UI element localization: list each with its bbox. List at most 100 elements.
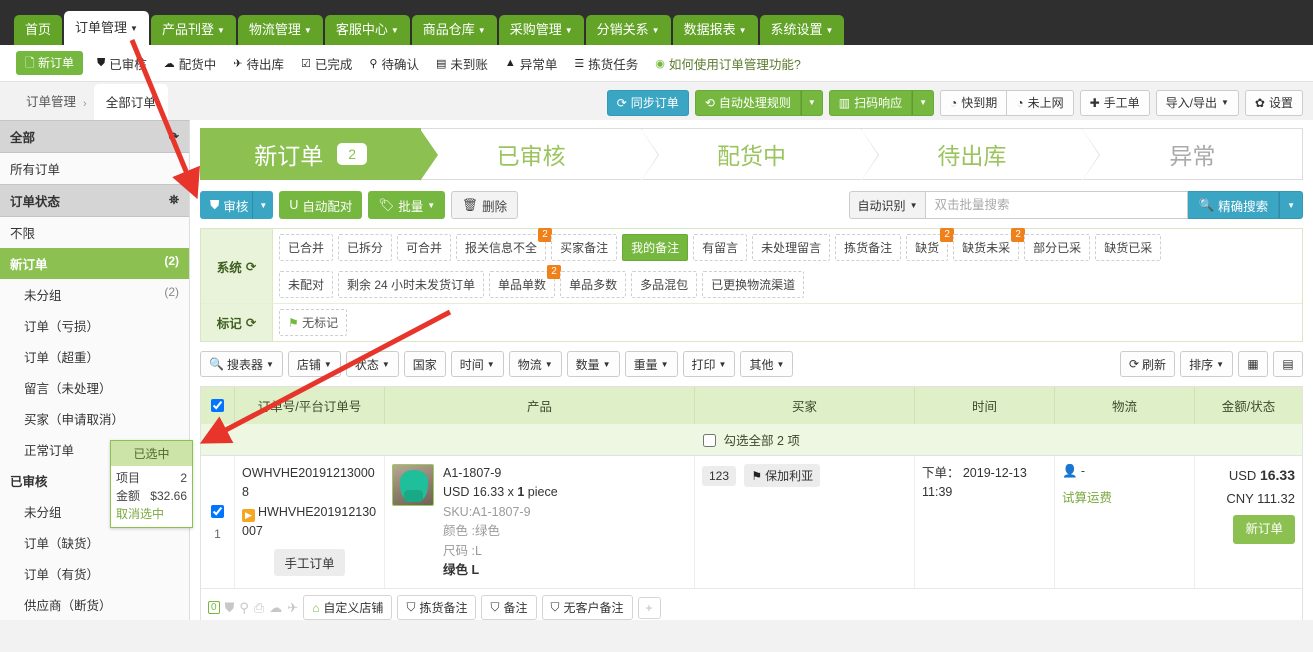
filter-print[interactable]: 打印 ▼: [682, 351, 736, 377]
search-mode-select[interactable]: 自动识别 ▼: [848, 191, 927, 219]
select-all-banner[interactable]: 勾选全部 2 项: [201, 424, 1302, 456]
tag-single-item-multi-qty[interactable]: 单品多数: [560, 271, 627, 298]
sidebar-item-message-unhandled[interactable]: 留言（未处理）: [0, 372, 189, 403]
new-order-button[interactable]: 🗋 新订单: [16, 51, 84, 75]
sidebar-item-order-loss[interactable]: 订单（亏损）: [0, 310, 189, 341]
nav-tab-product-listing[interactable]: 产品刊登 ▼: [150, 15, 236, 45]
tag-unhandled-message[interactable]: 未处理留言: [752, 234, 831, 261]
sidebar-item-order-out-of-stock[interactable]: 订单（缺货）: [0, 527, 189, 558]
list-view-button[interactable]: ▤: [1273, 351, 1303, 377]
plane-icon[interactable]: ✈: [287, 600, 298, 616]
filter-country[interactable]: 国家: [403, 351, 446, 377]
auto-rule-button[interactable]: ⟲ 自动处理规则: [694, 90, 801, 116]
tag-picking-note[interactable]: 拣货备注: [835, 234, 902, 261]
status-badge[interactable]: 新订单: [1233, 514, 1295, 545]
filter-other[interactable]: 其他 ▼: [740, 351, 794, 377]
scan-response-button[interactable]: ▥ 扫码响应: [828, 90, 913, 116]
select-all-header-cell[interactable]: [201, 387, 235, 424]
filter-status[interactable]: 状态 ▼: [345, 351, 399, 377]
sidebar-item-order-overweight[interactable]: 订单（超重）: [0, 341, 189, 372]
not-online-button[interactable]: ◔ 未上网: [1006, 90, 1074, 116]
nav-tab-reports[interactable]: 数据报表 ▼: [672, 15, 758, 45]
settings-button[interactable]: ✿ 设置: [1244, 90, 1303, 116]
estimate-shipping-link[interactable]: 试算运费: [1062, 487, 1187, 506]
batch-button[interactable]: 🏷 批量 ▼: [368, 191, 446, 219]
breadcrumb-current-tab[interactable]: 全部订单: [93, 84, 168, 120]
search-dropdown-toggle[interactable]: ▼: [1279, 191, 1303, 219]
review-button[interactable]: ⛊ 审核: [200, 191, 259, 219]
sub-link-completed[interactable]: ☑ 已完成: [301, 54, 352, 73]
filter-shop[interactable]: 店铺 ▼: [287, 351, 341, 377]
sidebar-item-new-orders[interactable]: 新订单 (2): [0, 248, 189, 279]
order-number[interactable]: OWHVHE201912130008: [242, 464, 377, 503]
tag-incomplete-customs[interactable]: 报关信息不全 2: [456, 228, 553, 261]
sidebar-item-order-in-stock[interactable]: 订单（有货）: [0, 558, 189, 589]
picking-note-button[interactable]: ⛉ 拣货备注: [397, 595, 477, 620]
breadcrumb-parent[interactable]: 订单管理: [26, 91, 76, 120]
nav-tab-home[interactable]: 首页: [14, 15, 63, 45]
refresh-icon[interactable]: ⟳: [169, 129, 179, 144]
nav-tab-system-settings[interactable]: 系统设置 ▼: [759, 15, 845, 45]
filter-logistics[interactable]: 物流 ▼: [508, 351, 562, 377]
sub-link-picking-task[interactable]: ☰ 拣货任务: [574, 54, 638, 73]
sub-link-pending-shipment[interactable]: ✈ 待出库: [233, 54, 284, 73]
tag-24h-unshipped[interactable]: 剩余 24 小时未发货订单: [338, 271, 485, 298]
auto-match-button[interactable]: U 自动配对: [279, 191, 363, 219]
sidebar-item-buyer-cancel-new[interactable]: 买家（申请取消）: [0, 403, 189, 434]
tag-buyer-note[interactable]: 买家备注: [551, 234, 618, 261]
product-name[interactable]: A1-1807-9: [443, 464, 558, 483]
nav-tab-purchasing[interactable]: 采购管理 ▼: [498, 15, 584, 45]
sidebar-item-supplier-out-of-stock[interactable]: 供应商（断货）: [0, 589, 189, 620]
tag-out-of-stock[interactable]: 缺货 2: [906, 228, 955, 261]
tag-out-of-stock-unpurchased[interactable]: 缺货未采 2: [953, 228, 1026, 261]
sort-button[interactable]: 排序 ▼: [1180, 351, 1233, 377]
import-export-button[interactable]: 导入/导出 ▼: [1155, 90, 1239, 116]
tag-unmatched[interactable]: 未配对: [279, 271, 334, 298]
nav-tab-logistics[interactable]: 物流管理 ▼: [237, 15, 323, 45]
step-reviewed[interactable]: 已审核: [421, 128, 659, 181]
refresh-button[interactable]: ⟳ 刷新: [1119, 351, 1176, 377]
refresh-icon[interactable]: ⟳: [246, 315, 256, 330]
print-icon[interactable]: ⎙: [254, 600, 264, 616]
delete-button[interactable]: 🗑 删除: [451, 191, 519, 219]
tag-my-note[interactable]: 我的备注: [622, 234, 689, 261]
refresh-icon[interactable]: ⟳: [246, 259, 256, 274]
tag-split[interactable]: 已拆分: [338, 234, 393, 261]
custom-shop-button[interactable]: ⌂ 自定义店铺: [303, 595, 393, 620]
tag-merged[interactable]: 已合并: [279, 234, 334, 261]
tag-has-message[interactable]: 有留言: [693, 234, 748, 261]
review-dropdown-toggle[interactable]: ▼: [252, 191, 274, 219]
buyer-country-chip[interactable]: ⚑ 保加利亚: [744, 464, 821, 487]
add-note-button[interactable]: +: [637, 596, 661, 619]
sub-link-abnormal[interactable]: ▲ 异常单: [505, 54, 557, 73]
auto-rule-dropdown-toggle[interactable]: ▼: [800, 90, 823, 116]
filter-weight[interactable]: 重量 ▼: [624, 351, 678, 377]
sub-link-picking[interactable]: ☁ 配货中: [164, 54, 217, 73]
cloud-icon[interactable]: ☁: [269, 600, 282, 616]
step-picking[interactable]: 配货中: [641, 128, 880, 181]
sidebar-item-unlimited[interactable]: 不限: [0, 217, 189, 248]
money-icon[interactable]: 0: [208, 601, 220, 615]
sub-link-pending-confirm[interactable]: ⚲ 待确认: [369, 54, 419, 73]
filter-time[interactable]: 时间 ▼: [450, 351, 504, 377]
grid-view-button[interactable]: ▦: [1238, 351, 1268, 377]
tag-multi-item-mixed[interactable]: 多品混包: [631, 271, 698, 298]
platform-order-number[interactable]: HWHVHE201912130007: [242, 505, 376, 538]
manual-order-badge[interactable]: 手工订单: [274, 548, 345, 576]
tag-mergeable[interactable]: 可合并: [397, 234, 452, 261]
nav-tab-order-management[interactable]: 订单管理 ▼: [64, 11, 149, 45]
exact-search-button[interactable]: 🔍 精确搜索: [1188, 191, 1280, 219]
tag-partially-purchased[interactable]: 部分已采: [1024, 234, 1091, 261]
step-new-orders[interactable]: 新订单 2: [200, 128, 439, 181]
row-checkbox[interactable]: [211, 504, 224, 518]
select-all-checkbox[interactable]: [211, 399, 224, 412]
sidebar-group-header-all[interactable]: 全部 ⟳: [0, 120, 189, 153]
pin-icon[interactable]: ⚲: [239, 600, 249, 616]
row-select-cell[interactable]: 1: [201, 456, 235, 589]
tag-no-mark[interactable]: ⚑ 无标记: [279, 309, 348, 336]
manual-order-button[interactable]: ✚ 手工单: [1079, 90, 1150, 116]
step-pending-shipment[interactable]: 待出库: [862, 128, 1100, 181]
sub-link-reviewed[interactable]: ⛊ 已审核: [97, 54, 147, 73]
filter-search-builder[interactable]: 🔍 搜表器 ▼: [200, 351, 283, 377]
step-abnormal[interactable]: 异常: [1082, 128, 1304, 180]
